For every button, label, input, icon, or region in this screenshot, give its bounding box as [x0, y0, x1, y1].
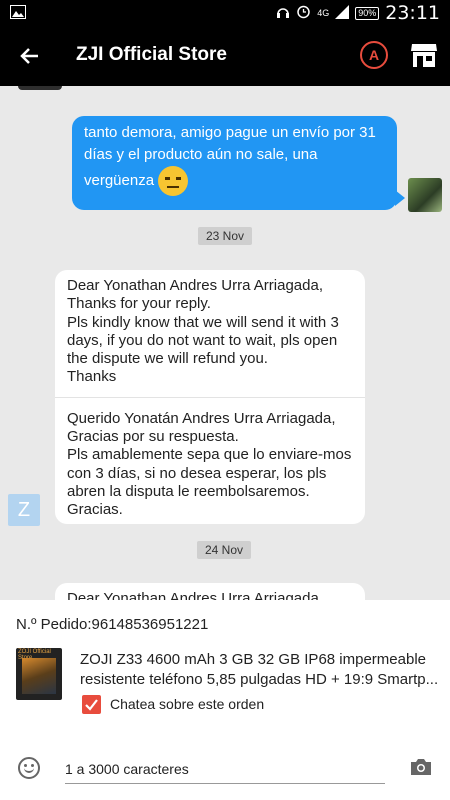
back-arrow-icon[interactable] [14, 40, 46, 72]
translation-divider [55, 396, 365, 398]
chat-about-order-label[interactable]: Chatea sobre este orden [110, 696, 264, 712]
outgoing-message-bubble[interactable]: tanto demora, amigo pague un envío por 3… [72, 116, 405, 210]
product-thumbnail[interactable]: ZOJI Official Store [16, 648, 62, 700]
date-separator: 23 Nov [198, 227, 253, 245]
chat-about-order-checkbox[interactable] [82, 695, 101, 714]
order-panel: N.º Pedido:96148536951221 ZOJI Official … [0, 600, 450, 730]
headset-icon [276, 5, 290, 22]
product-title-line1: ZOJI Z33 4600 mAh 3 GB 32 GB IP68 imperm… [80, 651, 426, 668]
battery-indicator: 90% [355, 6, 380, 20]
clock: 23:11 [385, 2, 440, 24]
app-bar: ZJI Official Store A [0, 28, 450, 86]
translate-button[interactable]: A [360, 41, 388, 69]
alarm-icon [296, 4, 311, 22]
incoming-message-english: Dear Yonathan Andres Urra Arriagada, Tha… [67, 277, 339, 386]
incoming-message-bubble[interactable]: Dear Yonathan Andres Urra Arriagada, Tha… [55, 270, 365, 524]
chat-area[interactable]: tanto demora, amigo pague un envío por 3… [0, 86, 450, 600]
partial-message-text: Dear Yonathan Andres Urra Arriagada, [67, 590, 324, 600]
incoming-message-spanish: Querido Yonatán Andres Urra Arriagada, G… [67, 409, 352, 519]
network-label: 4G [317, 8, 330, 18]
product-title-line2: resistente teléfono 5,85 pulgadas HD + 1… [80, 671, 439, 688]
user-avatar[interactable] [408, 178, 442, 212]
status-bar: 4G 90% 23:11 [0, 0, 450, 28]
seller-avatar[interactable]: Z [8, 494, 40, 526]
signal-icon [335, 4, 350, 22]
emoji-picker-icon[interactable] [18, 757, 40, 779]
gallery-notification-icon [10, 5, 26, 24]
message-input[interactable] [65, 754, 385, 784]
product-title[interactable]: ZOJI Z33 4600 mAh 3 GB 32 GB IP68 imperm… [80, 650, 440, 690]
previous-message-thumbnail [18, 86, 62, 90]
message-input-bar [0, 730, 450, 800]
unamused-face-emoji-icon [158, 166, 189, 196]
camera-icon[interactable] [410, 758, 432, 776]
outgoing-message-text: tanto demora, amigo pague un envío por 3… [84, 124, 376, 189]
order-number: N.º Pedido:96148536951221 [16, 616, 209, 633]
incoming-message-bubble-partial[interactable]: Dear Yonathan Andres Urra Arriagada, [55, 583, 365, 600]
store-icon[interactable] [410, 42, 438, 68]
date-separator: 24 Nov [197, 541, 252, 559]
page-title: ZJI Official Store [76, 44, 227, 65]
